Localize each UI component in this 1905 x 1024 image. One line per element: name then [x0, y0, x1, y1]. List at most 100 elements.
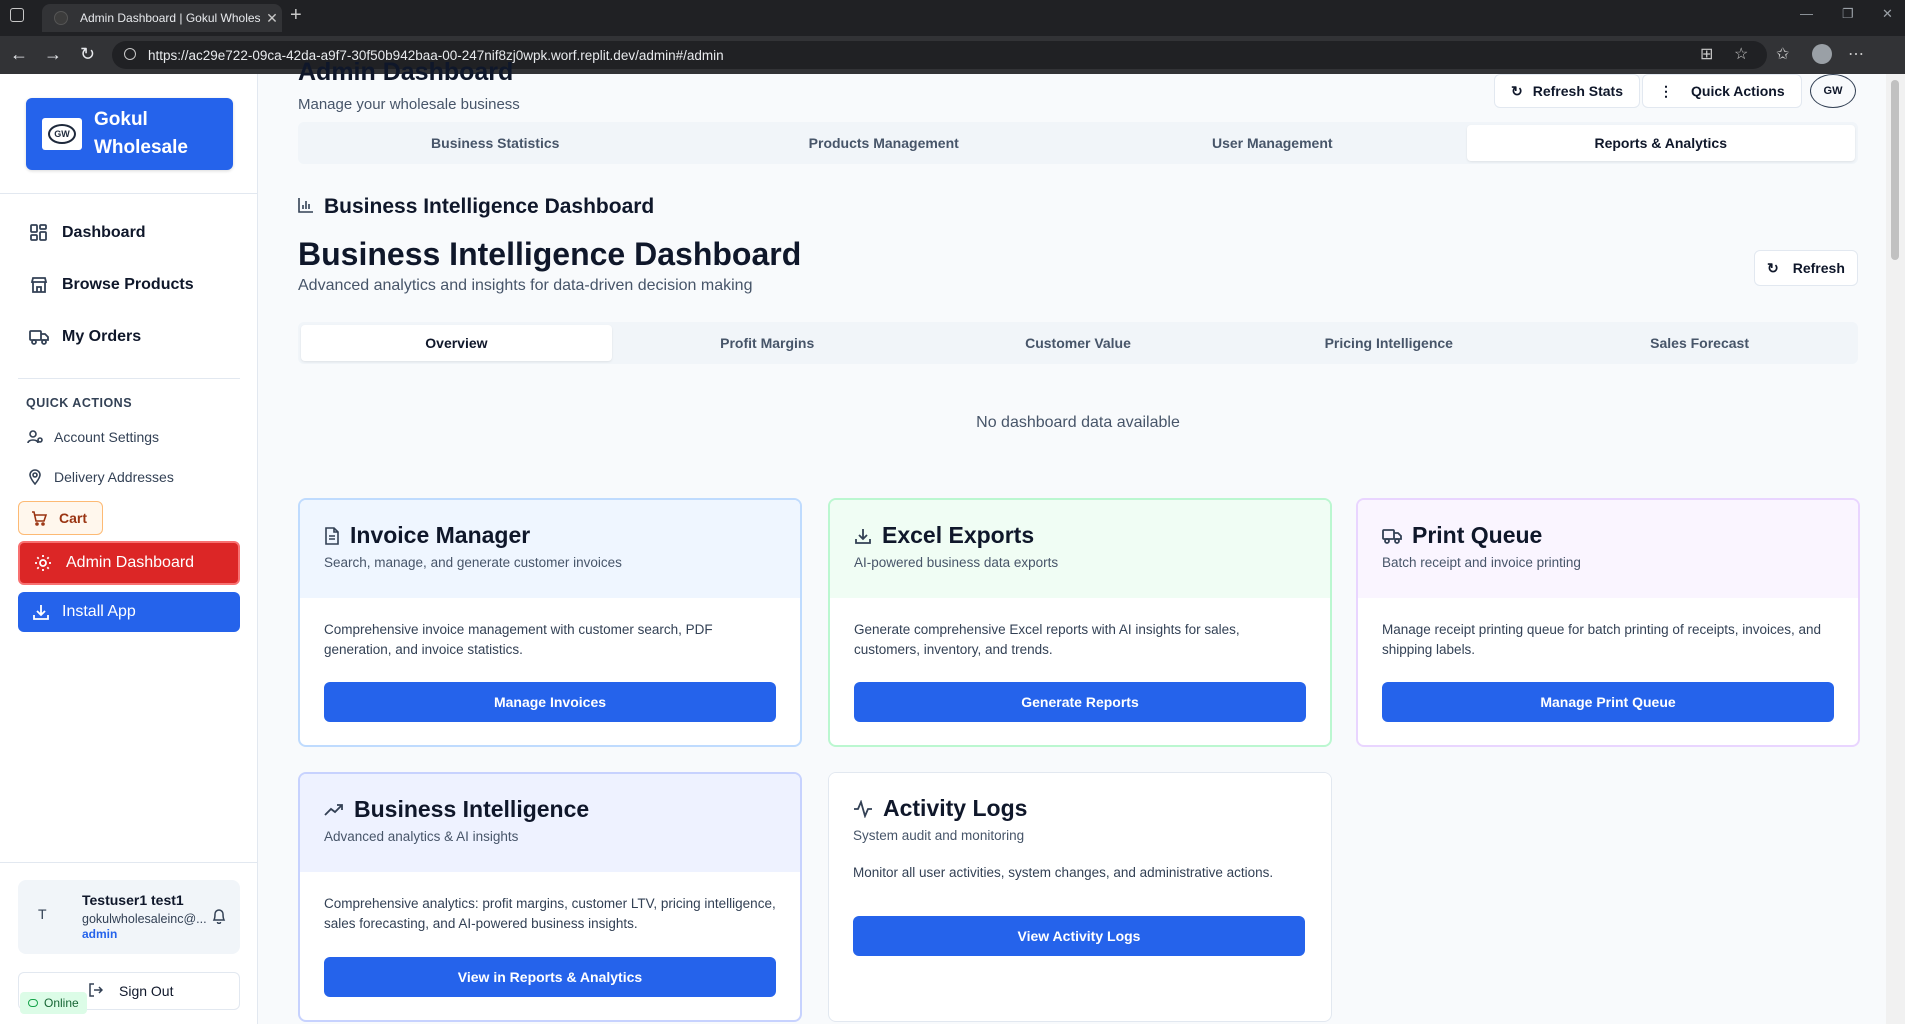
card-title: Invoice Manager [324, 522, 776, 549]
activity-logs-card: Activity Logs System audit and monitorin… [828, 772, 1332, 1022]
card-title: Print Queue [1382, 522, 1834, 549]
more-menu-icon[interactable]: ⋯ [1848, 44, 1864, 64]
page-title: Admin Dashboard [298, 58, 514, 86]
sidebar-item-my-orders[interactable]: My Orders [28, 326, 141, 348]
cart-icon [31, 510, 47, 526]
tab-customer-value[interactable]: Customer Value [923, 325, 1234, 361]
site-info-icon[interactable] [124, 48, 136, 60]
sidebar-item-dashboard[interactable]: Dashboard [28, 222, 146, 244]
card-description: System audit and monitoring [853, 828, 1025, 843]
quick-actions-button[interactable]: ⋮ Quick Actions [1642, 74, 1802, 108]
card-header: Invoice Manager Search, manage, and gene… [300, 500, 800, 598]
manage-invoices-button[interactable]: Manage Invoices [324, 682, 776, 722]
browser-profile-icon[interactable] [1812, 44, 1832, 64]
tab-business-statistics[interactable]: Business Statistics [301, 125, 690, 161]
tab-reports-analytics[interactable]: Reports & Analytics [1466, 125, 1855, 161]
reload-icon[interactable]: ↻ [80, 44, 95, 65]
divider [18, 378, 240, 379]
trending-up-icon [324, 802, 344, 818]
truck-icon [28, 326, 50, 348]
address-row: ← → ↻ https://ac29e722-09ca-42da-a9f7-30… [0, 36, 1905, 74]
card-title: Activity Logs [853, 795, 1307, 822]
excel-exports-card: Excel Exports AI-powered business data e… [828, 498, 1332, 747]
card-header: Excel Exports AI-powered business data e… [830, 500, 1330, 598]
divider [0, 193, 258, 194]
page-subtitle: Manage your wholesale business [298, 96, 520, 113]
tab-user-management[interactable]: User Management [1078, 125, 1467, 161]
view-activity-logs-button[interactable]: View Activity Logs [853, 916, 1305, 956]
generate-reports-button[interactable]: Generate Reports [854, 682, 1306, 722]
tab-bar: Admin Dashboard | Gokul Wholes ✕ + — ❐ ✕ [0, 0, 1905, 32]
tab-products-management[interactable]: Products Management [690, 125, 1079, 161]
manage-print-queue-button[interactable]: Manage Print Queue [1382, 682, 1834, 722]
section-heading: Business Intelligence Dashboard [298, 195, 654, 219]
tab-actions-icon[interactable] [10, 8, 24, 22]
grid-icon [28, 222, 50, 244]
dashboard-subtitle: Advanced analytics and insights for data… [298, 277, 753, 294]
card-description: AI-powered business data exports [854, 555, 1059, 570]
restore-icon[interactable]: ❐ [1842, 6, 1854, 22]
close-tab-icon[interactable]: ✕ [262, 10, 282, 27]
brand-logo[interactable]: GW Gokul Wholesale [26, 98, 233, 170]
user-card: T Testuser1 test1 gokulwholesaleinc@... … [18, 880, 240, 954]
tab-sales-forecast[interactable]: Sales Forecast [1544, 325, 1855, 361]
refresh-button[interactable]: ↻ Refresh [1754, 250, 1858, 286]
refresh-icon: ↻ [1511, 82, 1523, 99]
admin-dashboard-button[interactable]: Admin Dashboard [18, 541, 240, 585]
sidebar-item-delivery-addresses[interactable]: Delivery Addresses [26, 468, 174, 486]
sidebar: GW Gokul Wholesale Dashboard Browse Prod… [0, 74, 258, 1024]
divider [0, 862, 258, 863]
scrollbar-thumb[interactable] [1891, 80, 1899, 260]
user-name: Testuser1 test1 [82, 892, 184, 908]
logo-badge: GW [42, 118, 82, 150]
download-icon [32, 603, 50, 621]
card-title: Business Intelligence [324, 796, 776, 823]
sidebar-item-account-settings[interactable]: Account Settings [26, 428, 159, 446]
cart-button[interactable]: Cart [18, 501, 103, 535]
tab-profit-margins[interactable]: Profit Margins [612, 325, 923, 361]
scrollbar[interactable] [1886, 74, 1905, 1024]
card-header: Activity Logs System audit and monitorin… [829, 773, 1331, 863]
avatar[interactable]: GW [1810, 74, 1856, 108]
main-content: Admin Dashboard Manage your wholesale bu… [258, 58, 1878, 1024]
analytics-tabs: Overview Profit Margins Customer Value P… [298, 322, 1858, 364]
tab-pricing-intelligence[interactable]: Pricing Intelligence [1233, 325, 1544, 361]
refresh-stats-button[interactable]: ↻ Refresh Stats [1494, 74, 1640, 108]
card-description: Advanced analytics & AI insights [324, 829, 519, 844]
favorite-star-icon[interactable]: ☆ [1734, 44, 1748, 64]
log-out-icon [89, 983, 104, 1000]
apps-icon[interactable]: ⊞ [1700, 44, 1713, 64]
sidebar-item-browse-products[interactable]: Browse Products [28, 274, 194, 296]
view-reports-analytics-button[interactable]: View in Reports & Analytics [324, 957, 776, 997]
card-body: Generate comprehensive Excel reports wit… [854, 622, 1240, 657]
avatar: T [38, 906, 47, 922]
favorites-icon[interactable]: ✩ [1776, 44, 1789, 64]
truck-icon [1382, 527, 1402, 545]
card-body: Monitor all user activities, system chan… [853, 865, 1274, 880]
more-vertical-icon: ⋮ [1659, 82, 1673, 99]
card-body: Manage receipt printing queue for batch … [1382, 622, 1822, 657]
download-icon [854, 527, 872, 545]
gear-icon [34, 554, 52, 572]
browser-chrome: Admin Dashboard | Gokul Wholes ✕ + — ❐ ✕… [0, 0, 1905, 74]
tab-title: Admin Dashboard | Gokul Wholes [80, 11, 261, 25]
quick-actions-title: QUICK ACTIONS [26, 396, 133, 410]
tab-overview[interactable]: Overview [301, 325, 612, 361]
install-app-button[interactable]: Install App [18, 592, 240, 632]
favicon-icon [54, 11, 68, 25]
minimize-icon[interactable]: — [1800, 6, 1813, 21]
bar-chart-icon [298, 195, 314, 219]
browser-tab[interactable]: Admin Dashboard | Gokul Wholes ✕ [42, 4, 282, 32]
card-body: Comprehensive analytics: profit margins,… [324, 896, 776, 931]
empty-state-message: No dashboard data available [976, 414, 1180, 431]
bell-icon[interactable] [212, 908, 226, 927]
user-email: gokulwholesaleinc@... [82, 912, 207, 926]
new-tab-icon[interactable]: + [290, 4, 302, 27]
cloud-icon [28, 999, 38, 1007]
close-window-icon[interactable]: ✕ [1882, 6, 1893, 22]
card-title: Excel Exports [854, 522, 1306, 549]
forward-icon[interactable]: → [44, 44, 62, 65]
map-pin-icon [26, 468, 44, 486]
card-body: Comprehensive invoice management with cu… [324, 622, 713, 657]
back-icon[interactable]: ← [10, 44, 28, 65]
